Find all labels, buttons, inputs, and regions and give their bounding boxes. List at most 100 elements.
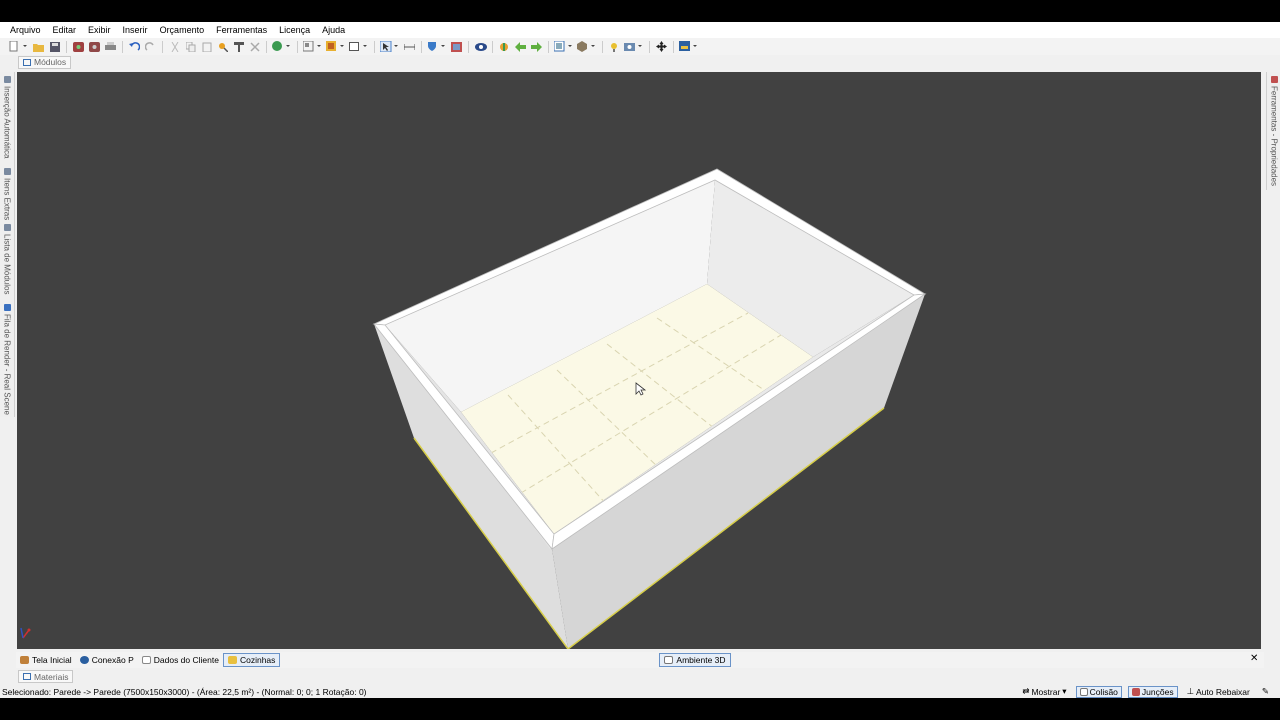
- view-home-icon[interactable]: [497, 40, 512, 53]
- axis-gizmo-icon: [20, 627, 31, 639]
- status-bar: Selecionado: Parede -> Parede (7500x150x…: [0, 685, 1280, 698]
- toolbar-separator: [492, 40, 493, 53]
- mostrar-icon: ⇄: [1022, 686, 1030, 696]
- chevron-down-icon: ▾: [1062, 686, 1067, 696]
- toolbar-separator: [266, 40, 267, 53]
- bottom-tabstrip: Tela Inicial Conexão P Dados do Cliente …: [16, 652, 1264, 668]
- pencil-icon[interactable]: ✎: [1259, 686, 1272, 698]
- menu-licenca[interactable]: Licença: [273, 25, 316, 35]
- undo-icon[interactable]: [127, 40, 142, 53]
- camera-icon[interactable]: [623, 40, 645, 53]
- top-tabstrip: Módulos: [18, 55, 72, 69]
- toolbar-separator: [122, 40, 123, 53]
- shield-icon[interactable]: [426, 40, 448, 53]
- modules-icon[interactable]: [325, 40, 347, 53]
- viewport-3d[interactable]: [17, 72, 1261, 649]
- menu-editar[interactable]: Editar: [47, 25, 83, 35]
- find-icon[interactable]: [215, 40, 230, 53]
- delete-icon[interactable]: [247, 40, 262, 53]
- auto-rebaixar-label: Auto Rebaixar: [1196, 686, 1250, 697]
- print-icon[interactable]: [103, 40, 118, 53]
- copy-icon[interactable]: [183, 40, 198, 53]
- toolbar-separator: [649, 40, 650, 53]
- rectangle-icon[interactable]: [348, 40, 370, 53]
- format-painter-icon[interactable]: [231, 40, 246, 53]
- side-tab-lista-modulos[interactable]: Lista de Módulos: [1, 224, 13, 294]
- collision-icon: [1079, 687, 1088, 696]
- redo-icon[interactable]: [143, 40, 158, 53]
- render-icon[interactable]: [71, 40, 86, 53]
- colisao-toggle[interactable]: Colisão: [1075, 685, 1122, 698]
- tab-dados-cliente[interactable]: Dados do Cliente: [138, 653, 223, 667]
- toolbar-separator: [297, 40, 298, 53]
- eye-icon[interactable]: [473, 40, 488, 53]
- views-icon[interactable]: [553, 40, 575, 53]
- tab-ambiente-3d[interactable]: Ambiente 3D: [659, 653, 731, 667]
- side-tab-insercao[interactable]: Inserção Automática: [1, 76, 13, 158]
- app-window: Arquivo Editar Exibir Inserir Orçamento …: [0, 22, 1280, 698]
- cube-icon[interactable]: [576, 40, 598, 53]
- wand-icon: [3, 76, 11, 83]
- left-side-panel: Inserção Automática Itens Extras Lista d…: [0, 72, 15, 417]
- side-tab-itens-extras[interactable]: Itens Extras: [1, 168, 13, 220]
- mostrar-label: Mostrar: [1031, 686, 1061, 697]
- side-tab-insercao-label: Inserção Automática: [2, 86, 12, 159]
- tab-cozinhas[interactable]: Cozinhas: [222, 653, 281, 667]
- tab-dados-cliente-label: Dados do Cliente: [153, 655, 219, 665]
- modules-tab-icon: [23, 58, 31, 66]
- tab-conexao[interactable]: Conexão P: [76, 653, 138, 667]
- side-tab-fila-label: Fila de Render - Real Scene: [2, 314, 12, 415]
- toolbar-separator: [548, 40, 549, 53]
- ambient-3d-icon: [664, 656, 674, 664]
- toolbar-separator: [673, 40, 674, 53]
- juncoes-toggle[interactable]: Junções: [1127, 685, 1178, 698]
- list-icon: [3, 224, 11, 231]
- juncoes-label: Junções: [1141, 686, 1174, 697]
- tab-materiais[interactable]: Materiais: [18, 670, 74, 683]
- menu-arquivo[interactable]: Arquivo: [4, 25, 47, 35]
- measure-icon[interactable]: [402, 40, 417, 53]
- mostrar-dropdown[interactable]: ⇄ Mostrar ▾: [1019, 686, 1069, 698]
- color-palette-icon[interactable]: [678, 40, 700, 53]
- new-file-icon[interactable]: [8, 40, 30, 53]
- tab-conexao-label: Conexão P: [91, 655, 134, 665]
- side-tab-itens-label: Itens Extras: [2, 178, 12, 221]
- tab-cozinhas-label: Cozinhas: [239, 655, 276, 665]
- menu-ferramentas[interactable]: Ferramentas: [210, 25, 273, 35]
- tab-ambiente-3d-label: Ambiente 3D: [676, 655, 726, 665]
- menu-ajuda[interactable]: Ajuda: [316, 25, 351, 35]
- lamp-icon[interactable]: [607, 40, 622, 53]
- layout-icon[interactable]: [302, 40, 324, 53]
- toolbar-separator: [66, 40, 67, 53]
- main-toolbar: [0, 38, 1280, 55]
- status-controls: ⇄ Mostrar ▾ Colisão Junções ⊥ Auto Rebai…: [1019, 685, 1272, 698]
- menu-bar: Arquivo Editar Exibir Inserir Orçamento …: [0, 22, 1280, 38]
- document-icon: [141, 656, 151, 664]
- materials-tabstrip: Materiais: [18, 670, 74, 683]
- side-tab-fila-render[interactable]: Fila de Render - Real Scene: [1, 304, 13, 415]
- texture-icon[interactable]: [449, 40, 464, 53]
- paste-icon[interactable]: [199, 40, 214, 53]
- catalog-icon[interactable]: [271, 40, 293, 53]
- tab-tela-inicial-label: Tela Inicial: [32, 655, 72, 665]
- toolbar-separator: [602, 40, 603, 53]
- arrow-right-icon[interactable]: [529, 40, 544, 53]
- tab-tela-inicial[interactable]: Tela Inicial: [16, 653, 76, 667]
- extras-icon: [3, 168, 11, 175]
- menu-inserir[interactable]: Inserir: [117, 25, 154, 35]
- select-cursor-icon[interactable]: [379, 40, 401, 53]
- toolbar-separator: [374, 40, 375, 53]
- save-icon[interactable]: [47, 40, 62, 53]
- open-folder-icon[interactable]: [31, 40, 46, 53]
- tab-modulos[interactable]: Módulos: [18, 55, 72, 69]
- menu-orcamento[interactable]: Orçamento: [154, 25, 211, 35]
- render-alt-icon[interactable]: [87, 40, 102, 53]
- auto-rebaixar-toggle[interactable]: ⊥ Auto Rebaixar: [1184, 686, 1253, 698]
- arrow-left-icon[interactable]: [513, 40, 528, 53]
- cut-icon[interactable]: [167, 40, 182, 53]
- close-icon[interactable]: ✕: [1250, 653, 1258, 664]
- room-3d-render: [20, 168, 927, 649]
- move-icon[interactable]: [654, 40, 669, 53]
- menu-exibir[interactable]: Exibir: [82, 25, 117, 35]
- side-tab-ferramentas[interactable]: Ferramentas - Propriedades: [1268, 76, 1280, 186]
